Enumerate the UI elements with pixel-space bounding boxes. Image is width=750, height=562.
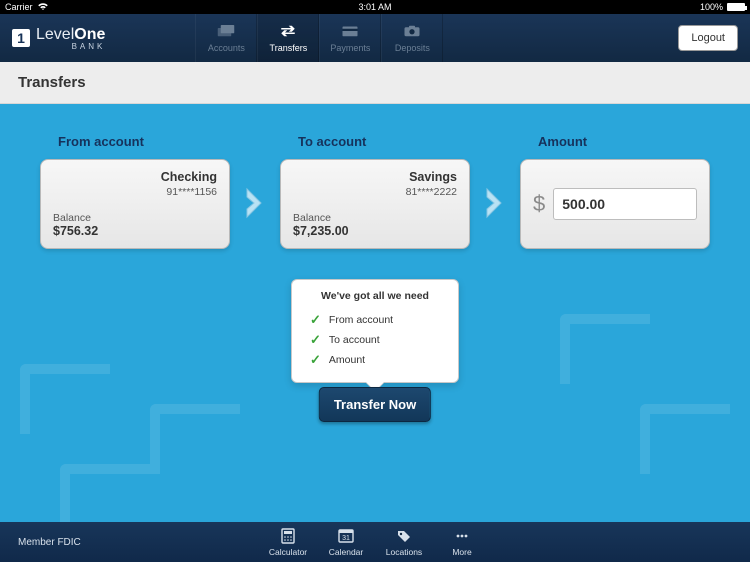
from-account-number: 91****1156 [53, 186, 217, 198]
check-row: ✓ From account [304, 310, 446, 330]
tab-transfers-label: Transfers [270, 43, 308, 53]
calculator-icon [279, 528, 297, 546]
brand-logo: 1 LevelOne BANK [12, 26, 105, 51]
transfer-now-button[interactable]: Transfer Now [319, 387, 431, 422]
from-account-label: From account [58, 134, 230, 149]
calendar-icon: 31 [337, 528, 355, 546]
checkmark-icon: ✓ [310, 352, 321, 368]
member-fdic-label: Member FDIC [18, 537, 81, 548]
from-balance-value: $756.32 [53, 224, 217, 238]
logo-mark-icon: 1 [12, 29, 30, 47]
tab-payments[interactable]: Payments [319, 14, 381, 62]
footer-tab-more-label: More [452, 547, 471, 557]
to-balance-label: Balance [293, 212, 457, 224]
to-account-name: Savings [293, 170, 457, 184]
tab-accounts-label: Accounts [208, 43, 245, 53]
app-header: 1 LevelOne BANK Accounts Transfers Payme… [0, 14, 750, 62]
chevron-right-icon [480, 156, 510, 249]
tag-icon [395, 528, 413, 546]
more-dots-icon [453, 528, 471, 546]
svg-text:31: 31 [342, 535, 350, 542]
tab-deposits-label: Deposits [395, 43, 430, 53]
battery-icon [727, 3, 745, 11]
camera-icon [403, 23, 421, 41]
tab-deposits[interactable]: Deposits [381, 14, 443, 62]
tab-transfers[interactable]: Transfers [257, 14, 319, 62]
logo-text-bold: One [74, 26, 105, 43]
wifi-icon [37, 2, 49, 13]
check-item-label: From account [329, 314, 393, 326]
carrier-label: Carrier [5, 2, 33, 12]
dollar-sign-icon: $ [533, 191, 545, 217]
cards-icon [217, 23, 235, 41]
check-row: ✓ To account [304, 330, 446, 350]
check-row: ✓ Amount [304, 350, 446, 370]
to-account-number: 81****2222 [293, 186, 457, 198]
amount-card: $ [520, 159, 710, 249]
to-account-card[interactable]: Savings 81****2222 Balance $7,235.00 [280, 159, 470, 249]
amount-input[interactable] [553, 188, 697, 220]
from-balance-label: Balance [53, 212, 217, 224]
popover-title: We've got all we need [304, 290, 446, 302]
footer-tab-calculator[interactable]: Calculator [259, 528, 317, 557]
footer-tab-calendar-label: Calendar [329, 547, 364, 557]
tab-payments-label: Payments [330, 43, 370, 53]
check-item-label: Amount [329, 354, 365, 366]
logout-button[interactable]: Logout [678, 25, 738, 51]
footer-tab-calculator-label: Calculator [269, 547, 307, 557]
footer-tab-more[interactable]: More [433, 528, 491, 557]
page-title: Transfers [0, 62, 750, 104]
check-item-label: To account [329, 334, 380, 346]
status-bar: Carrier 3:01 AM 100% [0, 0, 750, 14]
amount-label: Amount [538, 134, 710, 149]
from-account-card[interactable]: Checking 91****1156 Balance $756.32 [40, 159, 230, 249]
footer-tab-locations-label: Locations [386, 547, 422, 557]
clock: 3:01 AM [358, 2, 391, 12]
chevron-right-icon [240, 156, 270, 249]
payments-icon [341, 23, 359, 41]
main-content: From account Checking 91****1156 Balance… [0, 104, 750, 522]
to-account-label: To account [298, 134, 470, 149]
tab-accounts[interactable]: Accounts [195, 14, 257, 62]
from-account-name: Checking [53, 170, 217, 184]
battery-percent: 100% [700, 2, 723, 12]
checkmark-icon: ✓ [310, 312, 321, 328]
footer-tab-calendar[interactable]: 31 Calendar [317, 528, 375, 557]
logo-text-light: Level [36, 26, 74, 43]
confirmation-popover: We've got all we need ✓ From account ✓ T… [291, 279, 459, 383]
transfer-arrows-icon [279, 23, 297, 41]
checkmark-icon: ✓ [310, 332, 321, 348]
app-footer: Member FDIC Calculator 31 Calendar Locat… [0, 522, 750, 562]
footer-tab-locations[interactable]: Locations [375, 528, 433, 557]
to-balance-value: $7,235.00 [293, 224, 457, 238]
